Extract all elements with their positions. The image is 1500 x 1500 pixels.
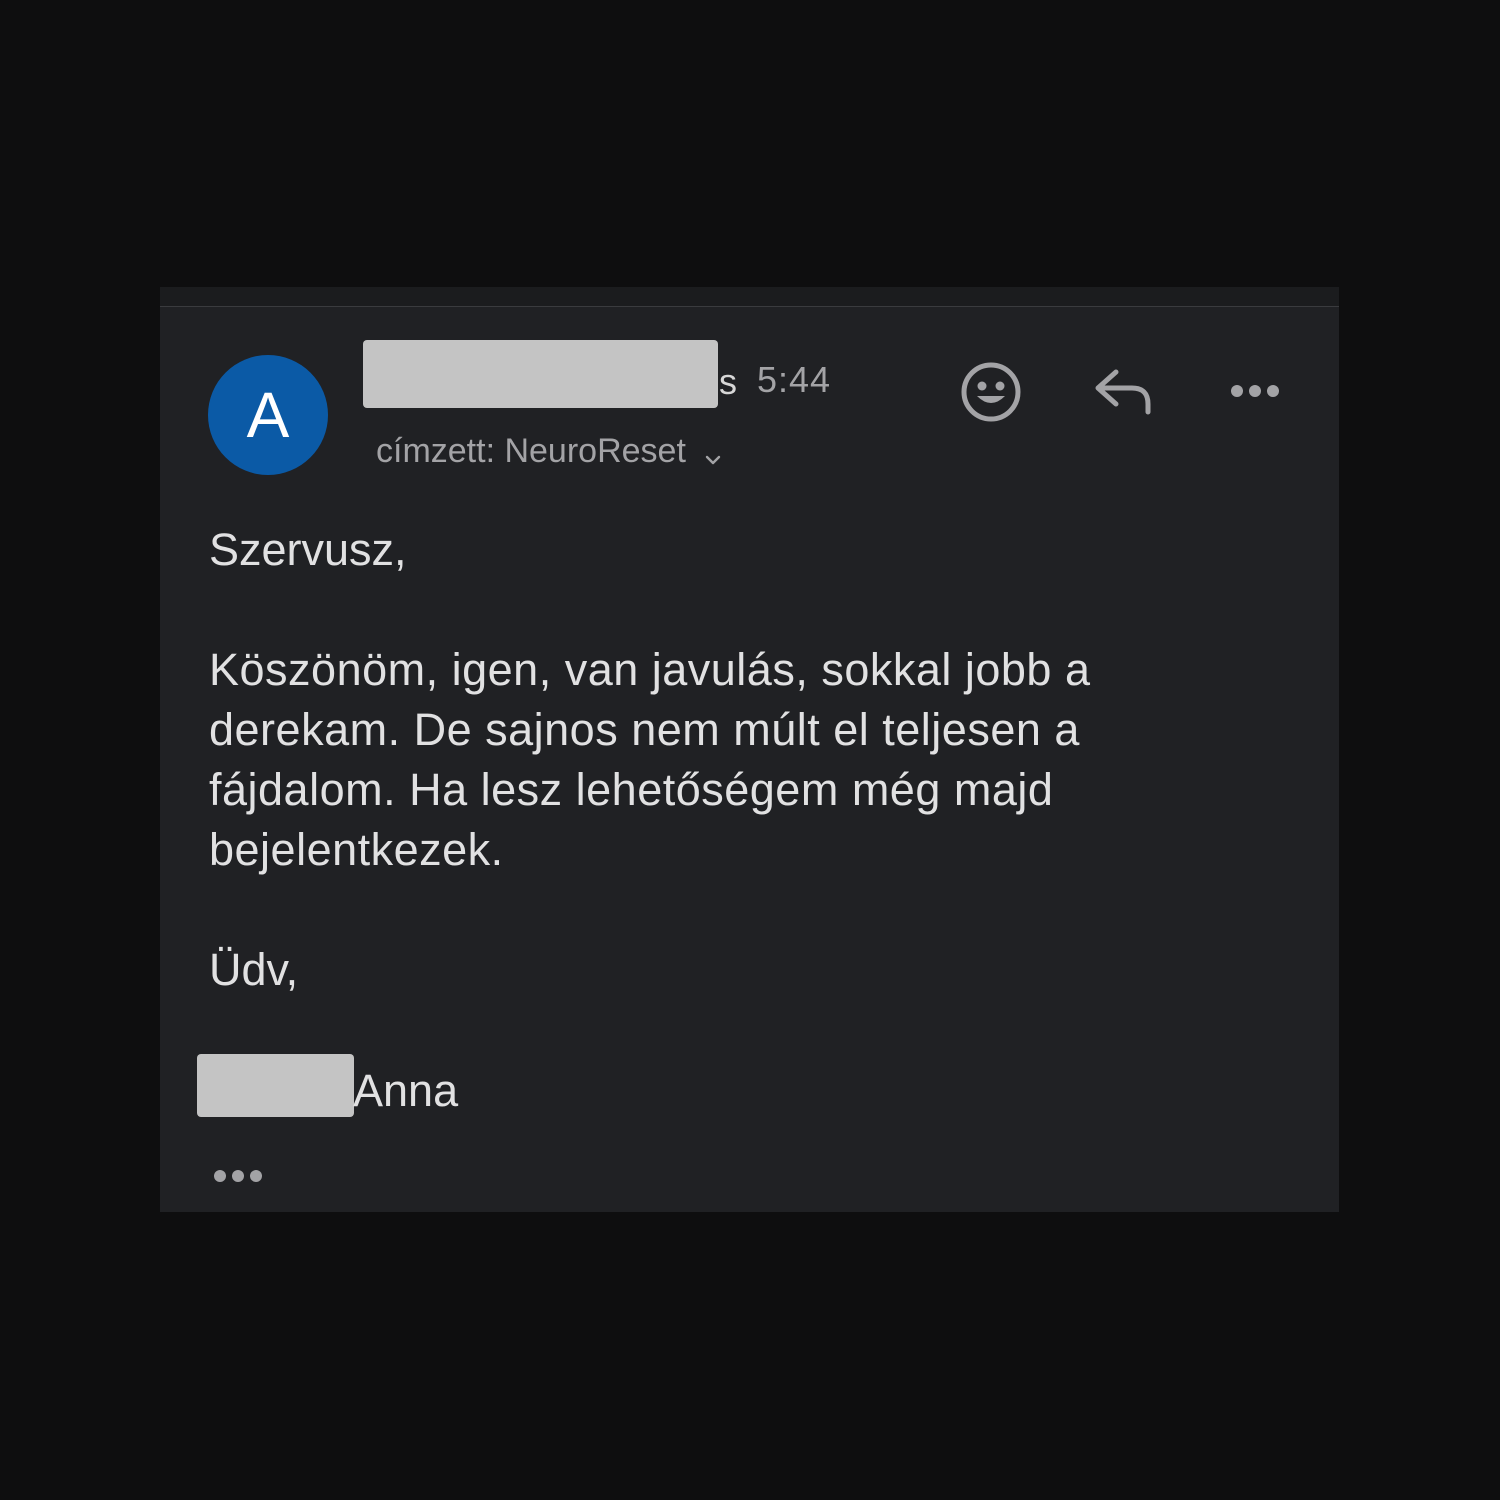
more-options-icon [1231,385,1279,397]
email-closing: Üdv, [209,944,299,995]
more-options-button[interactable] [1226,376,1286,406]
ellipsis-expand-icon [214,1170,262,1182]
show-trimmed-content-button[interactable] [212,1165,264,1187]
recipient-toggle[interactable]: címzett: NeuroReset [376,431,724,471]
smiley-face-icon [961,362,1021,422]
message-time: 5:44 [757,359,832,400]
chevron-down-icon [702,440,724,465]
email-signature: Anna [353,1065,459,1116]
email-message-card: A s 5:44 címzett: NeuroReset Szervusz, K… [160,287,1339,1212]
react-button[interactable] [959,360,1023,424]
reply-arrow-icon [1095,369,1151,415]
recipient-label: címzett: NeuroReset [376,432,686,470]
reply-button[interactable] [1092,366,1156,418]
email-body-paragraph: Köszönöm, igen, van javulás, sokkal jobb… [209,644,1091,875]
top-divider [160,287,1339,307]
sender-avatar[interactable]: A [208,355,328,475]
avatar-letter: A [246,379,290,451]
sender-name-text: s [719,361,737,402]
redacted-signature [197,1054,354,1117]
email-greeting: Szervusz, [209,524,407,575]
redacted-sender-name [363,340,718,408]
